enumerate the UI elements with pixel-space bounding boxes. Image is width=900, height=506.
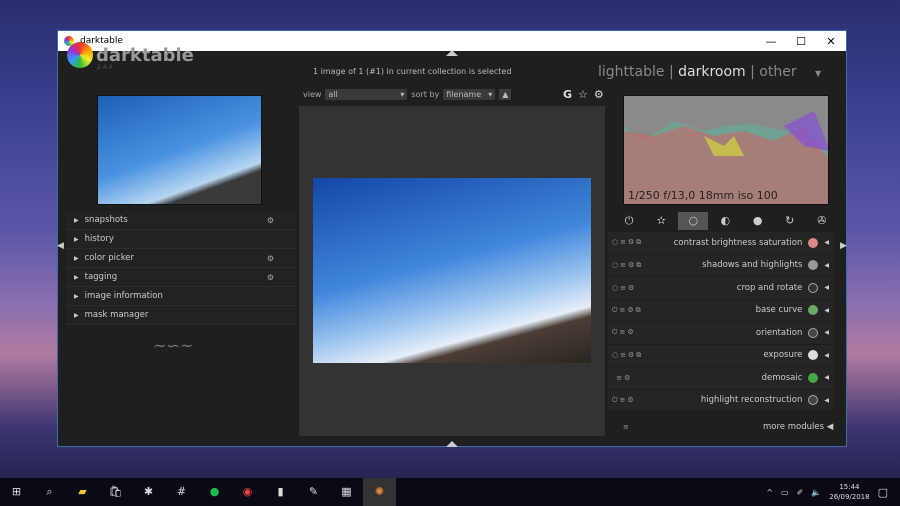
app-icon[interactable]: ✱	[132, 478, 165, 506]
module-history[interactable]: ▶ history	[66, 230, 296, 249]
module-mask-manager[interactable]: ▶ mask manager	[66, 306, 296, 325]
notifications-icon[interactable]: ▢	[878, 486, 888, 499]
top-icons: G ☆ ⚙	[563, 88, 604, 101]
collapse-bottom-arrow-icon[interactable]	[446, 441, 458, 447]
separator: |	[750, 64, 755, 80]
left-panel: ▶ snapshots ⚙ ▶ history ▶ color picker ⚙ ▶ tag…	[66, 211, 296, 325]
basic-group-icon[interactable]: ○	[678, 212, 709, 230]
reset-icon: ⚙	[266, 215, 274, 225]
close-button[interactable]: ✕	[816, 35, 846, 48]
collapse-top-arrow-icon[interactable]	[446, 50, 458, 56]
selection-status: 1 image of 1 (#1) in current collection …	[313, 67, 512, 76]
correct-group-icon[interactable]: ↻	[775, 212, 805, 230]
taskbar: ⊞ ⌕ ▰ 🛍 ✱ # ● ◉ ▮ ✎ ▦ ✺ ^ ▭ ✐ 🔈 15:44 26/…	[0, 478, 900, 506]
separator: |	[668, 64, 674, 80]
app-name: darktable	[96, 44, 194, 66]
view-label: view	[303, 90, 322, 99]
module-tagging[interactable]: ▶ tagging ⚙	[66, 268, 296, 287]
navigation-thumbnail[interactable]	[97, 95, 262, 205]
module-base-curve[interactable]: ⏻≡⚙⧉ base curve ◀	[608, 299, 833, 322]
spotify-icon[interactable]: ●	[198, 478, 231, 506]
module-shadows-and-highlights[interactable]: ○≡⚙⧉ shadows and highlights ◀	[608, 254, 833, 277]
tone-group-icon[interactable]: ◐	[710, 212, 740, 230]
module-icon	[808, 305, 819, 316]
presets-icon[interactable]: ≡	[623, 423, 629, 431]
file-explorer-icon[interactable]: ▰	[66, 478, 99, 506]
sort-label: sort by	[411, 90, 440, 99]
image-canvas[interactable]	[299, 106, 605, 436]
module-orientation[interactable]: ⏻≡⚙ orientation ◀	[608, 322, 833, 345]
module-icon	[808, 395, 819, 406]
gear-icon[interactable]: ⚙	[594, 88, 604, 101]
module-groups: ⏻ ✫ ○ ◐ ● ↻ ✇	[613, 212, 838, 230]
minimize-button[interactable]: —	[756, 35, 786, 48]
logo-icon	[67, 42, 93, 68]
reset-icon: ⚙	[266, 253, 274, 263]
more-modules-button[interactable]: more modules ◀	[763, 422, 833, 432]
app-logo: darktable 2.4.4	[67, 42, 194, 71]
module-icon	[808, 350, 819, 361]
system-tray: ^ ▭ ✐ 🔈 15:44 26/09/2018 ▢	[766, 482, 900, 502]
star-icon[interactable]: ☆	[578, 88, 588, 101]
search-icon[interactable]: ⌕	[33, 478, 66, 506]
decorative-swirl-icon: ~∽~	[153, 336, 194, 355]
sort-order-button[interactable]: ▲	[499, 89, 512, 100]
color-group-icon[interactable]: ●	[743, 212, 773, 230]
editor-icon[interactable]: ✎	[297, 478, 330, 506]
module-highlight-reconstruction[interactable]: ⏻≡⚙ highlight reconstruction ◀	[608, 389, 833, 412]
darktable-window: darktable — ☐ ✕ darktable 2.4.4 1 image …	[57, 30, 847, 447]
module-color-picker[interactable]: ▶ color picker ⚙	[66, 249, 296, 268]
exif-info: 1/250 f/13,0 18mm iso 100	[628, 189, 778, 202]
module-contrast-brightness-saturation[interactable]: ○≡⚙⧉ contrast brightness saturation ◀	[608, 232, 833, 255]
tray-chevron-icon[interactable]: ^	[766, 488, 773, 497]
view-other[interactable]: other	[759, 64, 796, 80]
collapse-left-arrow-icon[interactable]: ◀	[57, 241, 64, 251]
clock[interactable]: 15:44 26/09/2018	[829, 482, 869, 502]
module-icon	[808, 282, 819, 293]
module-image-information[interactable]: ▶ image information	[66, 287, 296, 306]
histogram[interactable]: 1/250 f/13,0 18mm iso 100	[623, 95, 829, 205]
maximize-button[interactable]: ☐	[786, 35, 816, 48]
start-icon[interactable]: ⊞	[0, 478, 33, 506]
slack-icon[interactable]: #	[165, 478, 198, 506]
module-demosaic[interactable]: ≡⚙ demosaic ◀	[608, 367, 833, 390]
volume-icon[interactable]: 🔈	[811, 488, 821, 497]
grouping-button[interactable]: G	[563, 88, 572, 101]
module-icon	[808, 327, 819, 338]
edited-photo	[313, 178, 591, 363]
pen-icon[interactable]: ✐	[797, 488, 804, 497]
filter-toolbar: view all ▾ sort by filename ▾ ▲	[303, 89, 512, 100]
module-icon	[808, 260, 819, 271]
effects-group-icon[interactable]: ✇	[807, 212, 837, 230]
module-snapshots[interactable]: ▶ snapshots ⚙	[66, 211, 296, 230]
network-icon[interactable]: ▭	[781, 488, 789, 497]
reset-icon: ⚙	[266, 272, 274, 282]
view-lighttable[interactable]: lighttable	[598, 64, 665, 80]
view-select[interactable]: all ▾	[325, 89, 408, 100]
store-icon[interactable]: 🛍	[99, 478, 132, 506]
app-version: 2.4.4	[97, 64, 113, 71]
sort-select[interactable]: filename ▾	[443, 89, 496, 100]
app2-icon[interactable]: ▦	[330, 478, 363, 506]
view-darkroom[interactable]: darkroom	[678, 64, 746, 80]
module-icon	[808, 237, 819, 248]
favorites-icon[interactable]: ✫	[646, 212, 676, 230]
collapse-right-arrow-icon[interactable]: ▶	[840, 241, 847, 251]
dropdown-icon[interactable]: ▼	[815, 69, 821, 78]
darktable-taskbar-icon[interactable]: ✺	[363, 478, 396, 506]
view-switcher: lighttable | darkroom | other ▼	[598, 64, 821, 80]
module-exposure[interactable]: ○≡⚙⧉ exposure ◀	[608, 344, 833, 367]
notes-icon[interactable]: ▮	[264, 478, 297, 506]
module-icon	[808, 372, 819, 383]
module-list: ○≡⚙⧉ contrast brightness saturation ◀ ○≡⚙⧉…	[608, 232, 833, 412]
power-icon[interactable]: ⏻	[614, 212, 644, 230]
module-crop-and-rotate[interactable]: ○≡⚙ crop and rotate ◀	[608, 277, 833, 300]
chrome-icon[interactable]: ◉	[231, 478, 264, 506]
